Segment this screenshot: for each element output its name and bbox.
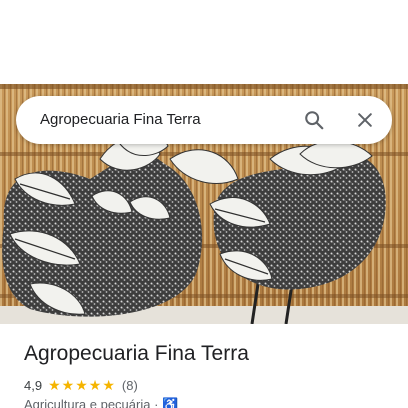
place-page: Agropecuaria Fina Terra Agropecuaria Fin… bbox=[0, 0, 408, 408]
rating-stars: ★ ★ ★ ★ ★ bbox=[48, 378, 116, 392]
search-input[interactable]: Agropecuaria Fina Terra bbox=[40, 96, 201, 144]
rating-value: 4,9 bbox=[24, 377, 43, 393]
star-icon: ★ bbox=[88, 377, 102, 393]
place-title: Agropecuaria Fina Terra bbox=[24, 342, 249, 365]
star-icon: ★ bbox=[75, 377, 88, 393]
star-icon: ★ bbox=[48, 377, 61, 393]
clear-button[interactable] bbox=[349, 104, 381, 136]
search-icon bbox=[305, 111, 324, 130]
place-info-panel: Agropecuaria Fina Terra 4,9 ★ ★ ★ ★ ★ (8… bbox=[0, 324, 408, 408]
rating-row[interactable]: 4,9 ★ ★ ★ ★ ★ (8) bbox=[24, 376, 138, 394]
review-count[interactable]: (8) bbox=[122, 378, 138, 393]
close-icon bbox=[358, 113, 372, 127]
place-category: Agricultura e pecuária bbox=[24, 397, 151, 408]
category-row: Agricultura e pecuária · ♿ bbox=[24, 397, 178, 408]
star-icon: ★ bbox=[61, 377, 75, 393]
search-button[interactable] bbox=[298, 104, 330, 136]
wheelchair-icon: ♿ bbox=[162, 397, 179, 408]
search-bar[interactable]: Agropecuaria Fina Terra bbox=[16, 96, 392, 144]
star-icon: ★ bbox=[102, 377, 115, 393]
separator: · bbox=[154, 397, 159, 408]
